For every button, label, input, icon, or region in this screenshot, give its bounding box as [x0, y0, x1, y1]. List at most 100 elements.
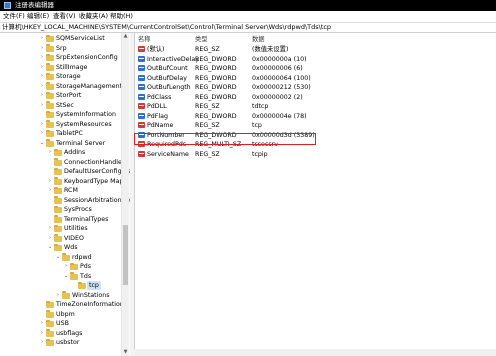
folder-icon	[46, 310, 54, 318]
column-header-name[interactable]: 名称	[138, 35, 151, 44]
value-row-pdflag[interactable]: PdFlag REG_DWORD 0x0000004e (78)	[136, 112, 496, 121]
title-bar: 注册表编辑器	[0, 0, 496, 11]
expander-chevron-icon[interactable]: ›	[39, 63, 45, 72]
tree-vertical-scrollbar[interactable]: ▲ ▼	[121, 33, 129, 356]
expander-chevron-icon[interactable]	[39, 310, 45, 319]
expander-chevron-icon[interactable]: ⌄	[39, 139, 45, 148]
tree-node-label: VIDEO	[64, 234, 84, 242]
folder-icon	[54, 196, 62, 204]
folder-icon	[54, 148, 62, 156]
expander-chevron-icon[interactable]: ›	[55, 291, 61, 300]
expander-chevron-icon[interactable]	[47, 158, 53, 167]
value-row-outbufcount[interactable]: OutBufCount REG_DWORD 0x00000006 (6)	[136, 64, 496, 73]
folder-icon	[54, 158, 62, 166]
folder-icon	[46, 129, 54, 137]
column-header-data[interactable]: 数据	[252, 35, 265, 44]
value-name: PdFlag	[147, 112, 169, 120]
dword-value-icon	[138, 55, 145, 62]
column-header-type[interactable]: 类型	[195, 35, 208, 44]
menu-file[interactable]: 文件(F)	[3, 12, 25, 21]
folder-icon	[54, 177, 62, 185]
address-bar[interactable]: 计算机\HKEY_LOCAL_MACHINE\SYSTEM\CurrentCon…	[0, 22, 496, 33]
expander-chevron-icon[interactable]: ›	[39, 101, 45, 110]
menu-favorites[interactable]: 收藏夹(A)	[79, 12, 108, 21]
value-row-outbufdelay[interactable]: OutBufDelay REG_DWORD 0x00000064 (100)	[136, 74, 496, 83]
value-row-pddll[interactable]: PdDLL REG_SZ tdtcp	[136, 102, 496, 111]
folder-icon	[54, 224, 62, 232]
value-row-pdname[interactable]: PdName REG_SZ tcp	[136, 121, 496, 130]
scroll-down-arrow-icon[interactable]: ▼	[123, 350, 128, 355]
scroll-up-arrow-icon[interactable]: ▲	[123, 34, 128, 39]
value-row-servicename[interactable]: ServiceName REG_SZ tcpip	[136, 150, 496, 159]
value-row-outbuflength[interactable]: OutBufLength REG_DWORD 0x00000212 (530)	[136, 83, 496, 92]
expander-chevron-icon[interactable]	[71, 281, 77, 290]
expander-chevron-icon[interactable]: ›	[39, 329, 45, 338]
expander-chevron-icon[interactable]: ⌄	[47, 243, 53, 252]
menu-bar: 文件(F) 编辑(E) 查看(V) 收藏夹(A) 帮助(H)	[0, 11, 496, 22]
scroll-thumb[interactable]	[123, 225, 128, 285]
address-path[interactable]: 计算机\HKEY_LOCAL_MACHINE\SYSTEM\CurrentCon…	[2, 23, 331, 32]
expander-chevron-icon[interactable]: ⌄	[55, 253, 61, 262]
expander-chevron-icon[interactable]	[39, 110, 45, 119]
folder-icon	[46, 110, 54, 118]
value-row-interactivedelay[interactable]: InteractiveDelay REG_DWORD 0x0000000a (10)	[136, 55, 496, 64]
expander-chevron-icon[interactable]: ›	[47, 234, 53, 243]
expander-chevron-icon[interactable]: ›	[47, 186, 53, 195]
dword-value-icon	[138, 74, 145, 81]
expander-chevron-icon[interactable]: ›	[63, 262, 69, 271]
registry-key-tree[interactable]: › SQMServiceList › Srp › SrpExtensionConfig › S…	[0, 33, 130, 356]
expander-chevron-icon[interactable]: ›	[39, 82, 45, 91]
folder-icon	[46, 44, 54, 52]
tree-node-label: tcp	[87, 281, 101, 290]
folder-icon	[62, 253, 70, 261]
expander-chevron-icon[interactable]: ›	[39, 72, 45, 81]
expander-chevron-icon[interactable]	[47, 215, 53, 224]
dword-value-icon	[138, 65, 145, 71]
string-value-icon	[138, 103, 145, 109]
value-name: OutBufCount	[147, 65, 188, 72]
portnumber-highlight-box	[134, 133, 316, 145]
value-name: PdClass	[147, 93, 172, 101]
expander-chevron-icon[interactable]: ›	[39, 129, 45, 138]
expander-chevron-icon[interactable]	[47, 167, 53, 176]
folder-icon	[54, 234, 62, 242]
tree-node-label: Wds	[64, 244, 78, 251]
expander-chevron-icon[interactable]: ›	[47, 224, 53, 233]
folder-icon	[46, 53, 54, 61]
value-row-pdclass[interactable]: PdClass REG_DWORD 0x00000002 (2)	[136, 93, 496, 102]
expander-chevron-icon[interactable]	[47, 205, 53, 214]
expander-chevron-icon[interactable]: ›	[39, 319, 45, 328]
value-name: PdDLL	[147, 103, 167, 110]
string-value-icon	[138, 122, 145, 128]
expander-chevron-icon[interactable]: ›	[39, 44, 45, 53]
expander-chevron-icon[interactable]: ›	[39, 53, 45, 62]
value-data: tcp	[252, 122, 262, 129]
tree-node-label: ConnectionHandler	[64, 158, 125, 166]
expander-chevron-icon[interactable]: ›	[39, 91, 45, 100]
expander-chevron-icon[interactable]: ›	[39, 120, 45, 129]
pane-divider	[134, 33, 135, 356]
value-data: 0x00000212 (530)	[252, 84, 311, 91]
expander-chevron-icon[interactable]	[39, 300, 45, 309]
value-data: tdtcp	[252, 103, 269, 110]
expander-chevron-icon[interactable]: ›	[47, 177, 53, 186]
tree-node-label: Tds	[80, 272, 92, 280]
expander-chevron-icon[interactable]: ›	[47, 148, 53, 157]
folder-icon	[46, 139, 54, 147]
regedit-app-icon	[4, 2, 11, 9]
expander-chevron-icon[interactable]	[47, 196, 53, 205]
menu-view[interactable]: 查看(V)	[53, 12, 76, 21]
folder-icon	[46, 34, 54, 42]
tree-node-label: SystemResources	[56, 120, 112, 128]
values-horizontal-scrollbar[interactable]	[134, 349, 496, 356]
expander-chevron-icon[interactable]: ›	[39, 34, 45, 43]
folder-icon	[70, 272, 78, 280]
menu-help[interactable]: 帮助(H)	[110, 12, 133, 21]
menu-edit[interactable]: 编辑(E)	[27, 12, 49, 21]
tree-node-label: WinStations	[72, 291, 110, 299]
expander-chevron-icon[interactable]: ›	[39, 338, 45, 347]
expander-chevron-icon[interactable]: ⌄	[63, 272, 69, 281]
value-row-[interactable]: (默认) REG_SZ (数值未设置)	[136, 45, 496, 54]
folder-icon	[54, 215, 62, 223]
folder-icon	[46, 82, 54, 90]
